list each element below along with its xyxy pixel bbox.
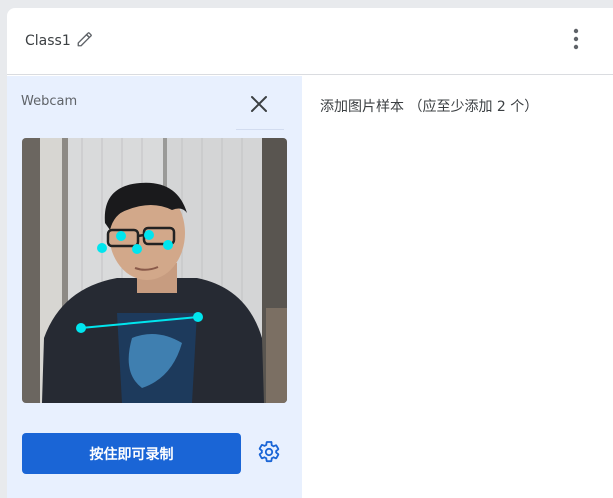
webcam-panel: Webcam 按住即可录制 xyxy=(7,76,302,498)
class-name[interactable]: Class1 xyxy=(25,33,71,49)
pencil-icon[interactable] xyxy=(76,30,94,48)
class-card: Class1 Webcam 按住即可录制 添加图片样本 （应至少添加 2 个） xyxy=(7,8,613,498)
close-icon[interactable] xyxy=(248,93,270,115)
webcam-label: Webcam xyxy=(21,94,78,109)
divider xyxy=(236,129,284,130)
class-card-header: Class1 xyxy=(7,8,613,75)
more-vert-icon[interactable] xyxy=(569,28,583,50)
hold-to-record-button[interactable]: 按住即可录制 xyxy=(22,433,241,474)
webcam-frame-image xyxy=(22,138,287,403)
gear-icon[interactable] xyxy=(257,440,281,464)
webcam-preview xyxy=(22,138,287,403)
add-image-samples-label: 添加图片样本 （应至少添加 2 个） xyxy=(320,99,539,115)
